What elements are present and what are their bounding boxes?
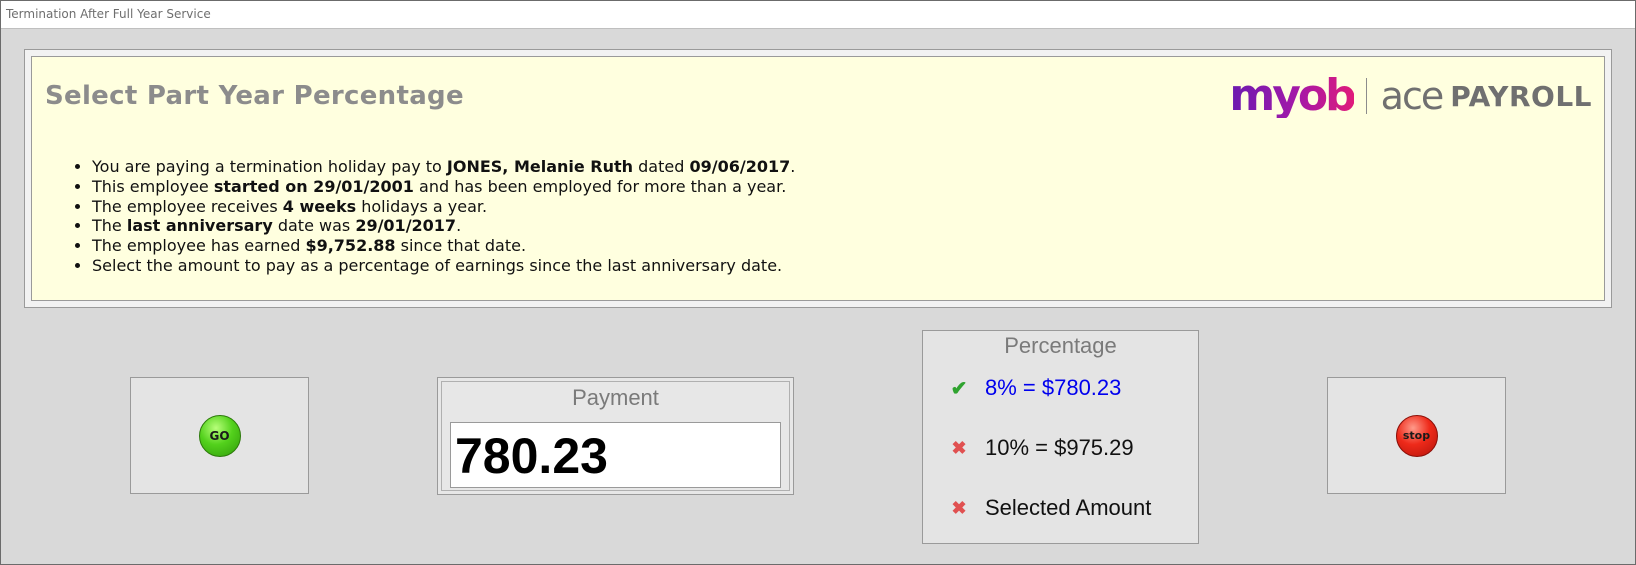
app-window: Termination After Full Year Service Sele… (0, 0, 1636, 565)
info-frame: Select Part Year Percentage myob ace PAY… (24, 49, 1612, 308)
title-bar: Termination After Full Year Service (1, 1, 1635, 29)
cross-icon: ✖ (951, 437, 967, 458)
info-text: dated (633, 157, 690, 176)
go-button-box: GO (130, 377, 309, 494)
employee-name: JONES, Melanie Ruth (446, 157, 634, 176)
option-selected-amount[interactable]: ✖ Selected Amount (949, 495, 1151, 521)
payment-inner: Payment 780.23 (441, 381, 790, 491)
page-title: Select Part Year Percentage (45, 81, 464, 111)
stop-button[interactable]: stop (1395, 414, 1438, 457)
logo-divider (1365, 78, 1367, 114)
info-list: You are paying a termination holiday pay… (74, 157, 795, 276)
info-text: The (92, 216, 127, 236)
logo-brand: myob (1229, 70, 1356, 121)
logo-suffix: PAYROLL (1450, 79, 1592, 113)
info-text: holidays a year. (356, 196, 488, 216)
holiday-weeks: 4 weeks (282, 196, 357, 216)
info-text: date was (272, 216, 356, 236)
option-label: Selected Amount (985, 495, 1152, 520)
earned-amount: $9,752.88 (305, 236, 396, 256)
info-text: The employee has earned (92, 236, 306, 256)
option-8-percent[interactable]: ✔ 8% = $780.23 (949, 375, 1122, 401)
stop-button-box: stop (1327, 377, 1506, 494)
info-line-instruction: Select the amount to pay as a percentage… (92, 256, 795, 276)
option-10-percent[interactable]: ✖ 10% = $975.29 (949, 435, 1134, 461)
myob-ace-payroll-logo: myob ace PAYROLL (1229, 71, 1592, 121)
go-button[interactable]: GO (198, 414, 241, 457)
logo-product: ace (1380, 74, 1445, 118)
payment-input[interactable]: 780.23 (450, 422, 781, 488)
info-text: since that date. (395, 236, 527, 256)
info-line-anniversary: The last anniversary date was 29/01/2017… (92, 216, 795, 236)
info-panel: Select Part Year Percentage myob ace PAY… (31, 56, 1605, 301)
start-date: started on 29/01/2001 (213, 176, 414, 196)
info-text: This employee (92, 176, 214, 196)
percentage-group: Percentage ✔ 8% = $780.23 ✖ 10% = $975.2… (922, 330, 1199, 544)
cross-icon: ✖ (951, 497, 967, 518)
info-text: and has been employed for more than a ye… (413, 176, 787, 196)
option-label: 10% = $975.29 (985, 435, 1134, 460)
anniversary-date: 29/01/2017 (355, 216, 457, 236)
info-text: . (456, 216, 462, 236)
info-text: You are paying a termination holiday pay… (92, 157, 447, 176)
payment-label: Payment (572, 385, 659, 410)
percentage-label: Percentage (1004, 333, 1117, 358)
info-text: . (790, 157, 796, 176)
info-line-earned: The employee has earned $9,752.88 since … (92, 236, 795, 256)
info-line-start: This employee started on 29/01/2001 and … (92, 177, 795, 197)
check-icon: ✔ (950, 377, 968, 400)
payment-group: Payment 780.23 (437, 377, 794, 495)
option-label: 8% = $780.23 (985, 375, 1122, 400)
anniversary-label: last anniversary (126, 216, 273, 236)
info-line-holidays: The employee receives 4 weeks holidays a… (92, 197, 795, 217)
info-text: Select the amount to pay as a percentage… (92, 255, 783, 275)
info-line-employee: You are paying a termination holiday pay… (92, 157, 795, 177)
info-text: The employee receives (92, 196, 283, 216)
termination-date: 09/06/2017 (689, 157, 791, 176)
window-title: Termination After Full Year Service (6, 7, 211, 21)
